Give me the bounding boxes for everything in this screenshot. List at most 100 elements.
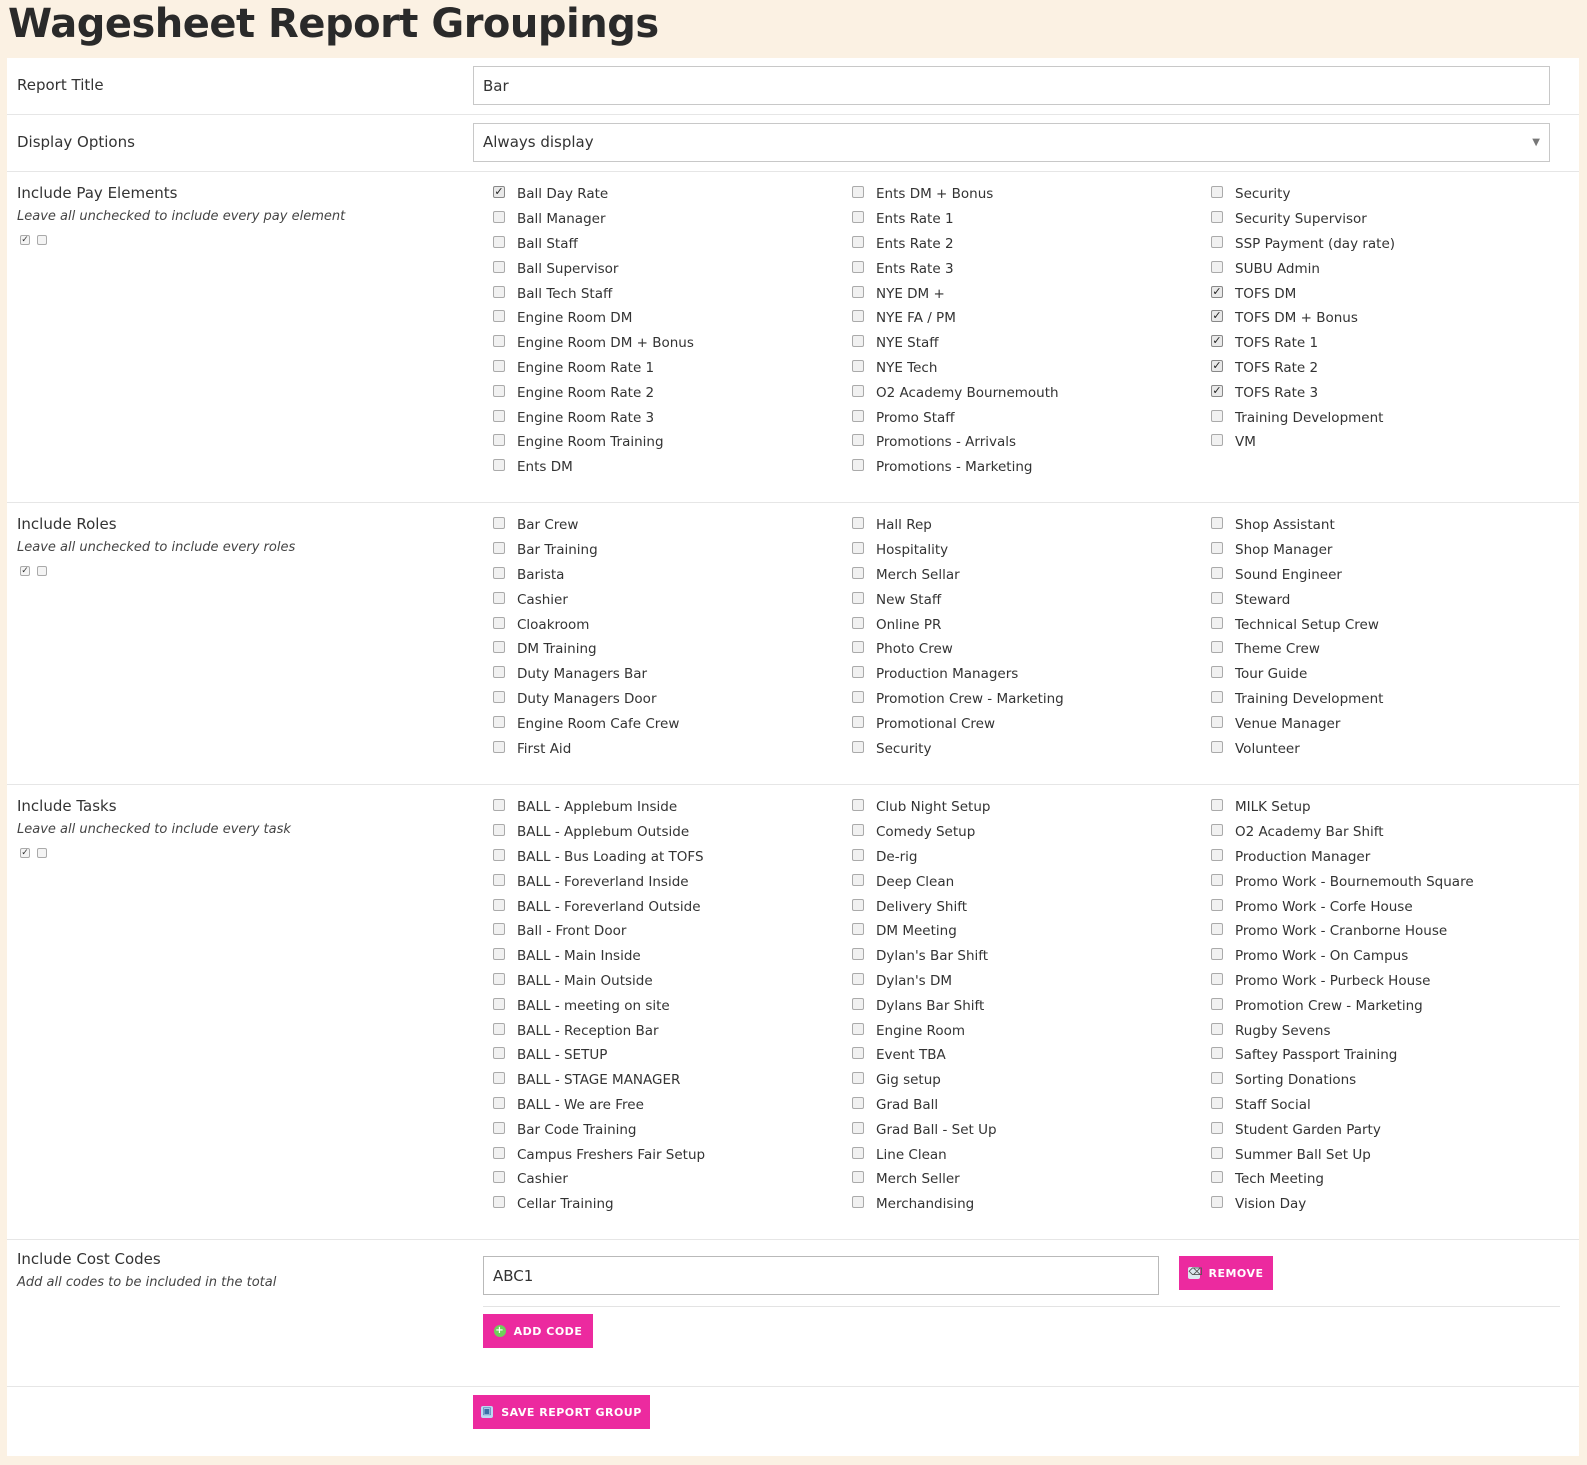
checkbox[interactable] — [493, 1121, 505, 1134]
select-none-checkbox[interactable] — [37, 235, 47, 245]
checkbox-option[interactable]: Training Development — [1211, 405, 1563, 430]
checkbox[interactable] — [493, 1096, 505, 1109]
cost-code-input[interactable] — [483, 1256, 1159, 1295]
checkbox[interactable] — [1211, 1196, 1223, 1209]
checkbox[interactable] — [852, 186, 864, 199]
checkbox-option[interactable]: Hospitality — [852, 538, 1204, 563]
checkbox-option[interactable]: Event TBA — [852, 1043, 1204, 1068]
remove-code-button[interactable]: ⌫ REMOVE — [1179, 1256, 1273, 1290]
checkbox-option[interactable]: De-rig — [852, 845, 1204, 870]
checkbox-option[interactable]: SUBU Admin — [1211, 256, 1563, 281]
checkbox-option[interactable]: O2 Academy Bar Shift — [1211, 820, 1563, 845]
checkbox-option[interactable]: Saftey Passport Training — [1211, 1043, 1563, 1068]
checkbox-option[interactable]: BALL - SETUP — [493, 1043, 845, 1068]
checkbox-option[interactable]: BALL - meeting on site — [493, 993, 845, 1018]
checkbox-option[interactable]: Duty Managers Bar — [493, 662, 845, 687]
checkbox[interactable] — [493, 873, 505, 886]
checkbox-option[interactable]: Merch Sellar — [852, 563, 1204, 588]
checkbox-option[interactable]: Staff Social — [1211, 1093, 1563, 1118]
checkbox-option[interactable]: Engine Room DM — [493, 306, 845, 331]
checkbox[interactable] — [852, 384, 864, 397]
checkbox[interactable] — [852, 335, 864, 348]
display-options-select[interactable]: Always display ▼ — [473, 123, 1550, 162]
checkbox-option[interactable]: Engine Room Rate 3 — [493, 405, 845, 430]
report-title-input[interactable] — [473, 66, 1550, 105]
checkbox-option[interactable]: Line Clean — [852, 1142, 1204, 1167]
checkbox-option[interactable]: Promo Work - Corfe House — [1211, 894, 1563, 919]
checkbox[interactable] — [1211, 542, 1223, 555]
checkbox[interactable] — [852, 1196, 864, 1209]
checkbox[interactable] — [852, 1096, 864, 1109]
select-none-checkbox[interactable] — [37, 566, 47, 576]
checkbox[interactable] — [493, 923, 505, 936]
checkbox-option[interactable]: Summer Ball Set Up — [1211, 1142, 1563, 1167]
checkbox[interactable] — [493, 666, 505, 679]
checkbox-option[interactable]: Cashier — [493, 587, 845, 612]
checkbox[interactable] — [852, 848, 864, 861]
checkbox-option[interactable]: NYE Staff — [852, 331, 1204, 356]
checkbox[interactable] — [1211, 517, 1223, 530]
checkbox[interactable] — [852, 740, 864, 753]
checkbox-option[interactable]: Sorting Donations — [1211, 1068, 1563, 1093]
checkbox-option[interactable]: BALL - Main Outside — [493, 969, 845, 994]
checkbox-option[interactable]: Dylan's DM — [852, 969, 1204, 994]
checkbox[interactable] — [493, 285, 505, 298]
checkbox-option[interactable]: Dylan's Bar Shift — [852, 944, 1204, 969]
checkbox[interactable] — [493, 591, 505, 604]
checkbox-option[interactable]: Rugby Sevens — [1211, 1018, 1563, 1043]
checkbox-option[interactable]: NYE FA / PM — [852, 306, 1204, 331]
checkbox[interactable] — [493, 260, 505, 273]
checkbox-option[interactable]: DM Training — [493, 637, 845, 662]
checkbox[interactable] — [493, 459, 505, 472]
checkbox[interactable] — [852, 285, 864, 298]
checkbox[interactable] — [852, 824, 864, 837]
checkbox[interactable] — [1211, 690, 1223, 703]
checkbox-option[interactable]: Ents Rate 1 — [852, 207, 1204, 232]
checkbox[interactable] — [493, 848, 505, 861]
checkbox-option[interactable]: Training Development — [1211, 687, 1563, 712]
checkbox-option[interactable]: Cellar Training — [493, 1192, 845, 1217]
checkbox-option[interactable]: Tech Meeting — [1211, 1167, 1563, 1192]
checkbox[interactable] — [1211, 1146, 1223, 1159]
checkbox[interactable] — [1211, 566, 1223, 579]
checkbox-option[interactable]: Merchandising — [852, 1192, 1204, 1217]
checkbox-option[interactable]: BALL - Applebum Outside — [493, 820, 845, 845]
checkbox[interactable]: ✓ — [1211, 384, 1223, 397]
checkbox[interactable] — [852, 310, 864, 323]
checkbox[interactable] — [1211, 1171, 1223, 1184]
checkbox-option[interactable]: Promo Work - Bournemouth Square — [1211, 869, 1563, 894]
checkbox-option[interactable]: Engine Room Rate 2 — [493, 380, 845, 405]
checkbox-option[interactable]: Club Night Setup — [852, 795, 1204, 820]
add-code-button[interactable]: + ADD CODE — [483, 1314, 593, 1348]
checkbox[interactable] — [852, 459, 864, 472]
checkbox[interactable] — [852, 1171, 864, 1184]
checkbox[interactable] — [852, 898, 864, 911]
checkbox-option[interactable]: Promotional Crew — [852, 711, 1204, 736]
checkbox[interactable] — [1211, 186, 1223, 199]
checkbox-option[interactable]: ✓ TOFS DM — [1211, 281, 1563, 306]
checkbox[interactable]: ✓ — [1211, 359, 1223, 372]
checkbox-option[interactable]: Promotions - Marketing — [852, 455, 1204, 480]
checkbox[interactable] — [1211, 211, 1223, 224]
checkbox[interactable] — [852, 359, 864, 372]
checkbox[interactable] — [493, 310, 505, 323]
checkbox-option[interactable]: Bar Training — [493, 538, 845, 563]
select-all-checkbox[interactable]: ✓ — [20, 566, 30, 576]
checkbox[interactable] — [852, 972, 864, 985]
checkbox[interactable] — [1211, 235, 1223, 248]
checkbox[interactable] — [493, 824, 505, 837]
checkbox[interactable] — [1211, 1121, 1223, 1134]
checkbox-option[interactable]: Bar Crew — [493, 513, 845, 538]
checkbox[interactable] — [1211, 409, 1223, 422]
checkbox[interactable] — [852, 1072, 864, 1085]
checkbox-option[interactable]: Sound Engineer — [1211, 563, 1563, 588]
checkbox[interactable] — [493, 235, 505, 248]
checkbox[interactable] — [493, 948, 505, 961]
checkbox-option[interactable]: Deep Clean — [852, 869, 1204, 894]
checkbox[interactable] — [1211, 1022, 1223, 1035]
checkbox-option[interactable]: BALL - Main Inside — [493, 944, 845, 969]
checkbox-option[interactable]: Promotion Crew - Marketing — [852, 687, 1204, 712]
checkbox[interactable] — [493, 384, 505, 397]
checkbox[interactable] — [1211, 972, 1223, 985]
checkbox[interactable] — [852, 997, 864, 1010]
